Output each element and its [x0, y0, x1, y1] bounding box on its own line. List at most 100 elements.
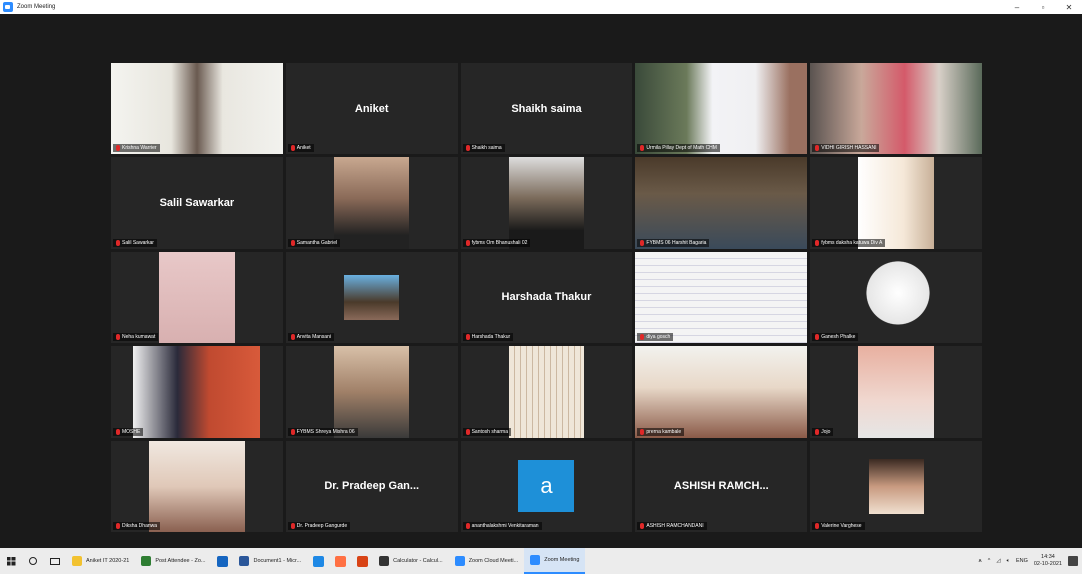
- participant-video: [508, 157, 585, 249]
- participant-tile[interactable]: MOSHE: [111, 346, 283, 438]
- participant-tile[interactable]: Diksha Dhanwa: [111, 440, 283, 532]
- participant-name: MOSHE: [122, 428, 141, 435]
- participant-name-label: MOSHE: [113, 427, 144, 436]
- system-tray: ጰ ^ ◿ 🔈︎ ENG 14:34 02-10-2021: [979, 554, 1082, 568]
- mic-muted-icon: [815, 523, 820, 529]
- participant-name: ASHISH RAMCHANDANI: [646, 523, 704, 529]
- participant-tile[interactable]: Dr. Pradeep Gan... Dr. Pradeep Gangurde: [285, 440, 458, 532]
- participant-name: Urmila Pillay Dept of Math CHM: [646, 145, 717, 152]
- participant-name-label: Valerine Varghese: [812, 522, 865, 530]
- participant-tile[interactable]: a ananthalakshmi Venkitaraman: [460, 440, 633, 532]
- participant-tile[interactable]: Urmila Pillay Dept of Math CHM: [635, 63, 808, 155]
- window-title: Zoom Meeting: [17, 4, 56, 10]
- taskbar-app[interactable]: Aniket IT 2020-21: [66, 548, 135, 574]
- participant-tile[interactable]: fybms daksha katuwa Div A: [810, 157, 982, 249]
- chevron-up-icon[interactable]: ^: [988, 558, 991, 564]
- participant-name-label: Santosh sharma: [462, 427, 512, 436]
- participant-tile[interactable]: prerna kambale: [635, 346, 808, 438]
- mic-muted-icon: [815, 145, 820, 152]
- start-button[interactable]: [0, 548, 22, 574]
- participant-name: prerna kambale: [646, 428, 682, 435]
- participant-name-label: ASHISH RAMCHANDANI: [637, 522, 707, 530]
- minimize-button[interactable]: –: [1004, 3, 1030, 12]
- participant-tile[interactable]: Harshada Thakur Harshada Thakur: [460, 251, 633, 344]
- participant-tile[interactable]: diya gosch: [635, 251, 808, 344]
- participant-tile[interactable]: FYBMS 06 Harshit Bagaria: [635, 157, 808, 249]
- participant-video: [333, 346, 410, 438]
- people-icon[interactable]: ጰ: [979, 558, 982, 565]
- mic-muted-icon: [640, 428, 645, 435]
- taskbar-app[interactable]: Document1 - Micr...: [233, 548, 307, 574]
- participant-name: Harshada Thakur: [471, 334, 511, 341]
- participant-video: [333, 157, 410, 249]
- taskbar-app[interactable]: Post Attendee - Zo...: [135, 548, 211, 574]
- participant-tile[interactable]: Neha kumawat: [111, 251, 283, 344]
- close-button[interactable]: ✕: [1056, 3, 1082, 12]
- taskbar-pinned-app[interactable]: [351, 555, 373, 567]
- taskbar-pinned-app[interactable]: [329, 555, 351, 567]
- participant-name-label: Urmila Pillay Dept of Math CHM: [637, 144, 720, 153]
- participant-name: Salil Sawarkar: [122, 239, 154, 246]
- participant-tile[interactable]: Salil Sawarkar Salil Sawarkar: [111, 157, 283, 249]
- participant-name: fybms daksha katuwa Div A: [821, 239, 883, 246]
- participant-tile[interactable]: VIDHI GIRISH HASSANI: [810, 63, 982, 155]
- mic-muted-icon: [465, 428, 470, 435]
- participant-tile[interactable]: Krishna Warrier: [111, 63, 283, 155]
- taskbar-app[interactable]: Zoom Meeting: [524, 548, 586, 574]
- app-icon: [141, 556, 152, 566]
- app-icon: [216, 555, 228, 567]
- mic-muted-icon: [116, 334, 120, 341]
- taskbar-app-label: Aniket IT 2020-21: [86, 558, 130, 564]
- mic-muted-icon: [815, 428, 820, 435]
- participant-tile[interactable]: Shaikh saima Shaikh saima: [460, 63, 633, 155]
- participant-name-label: Aniket: [287, 144, 314, 153]
- participant-tile[interactable]: FYBMS Shreya Mishra 06: [285, 346, 458, 438]
- participant-name-label: Salil Sawarkar: [113, 238, 157, 247]
- participant-video: [111, 63, 283, 155]
- clock[interactable]: 14:34 02-10-2021: [1034, 554, 1062, 568]
- participant-tile[interactable]: Anvita Mansani: [285, 251, 458, 344]
- participant-name: Diksha Dhanwa: [122, 523, 158, 529]
- participant-video: [635, 157, 808, 249]
- restore-button[interactable]: ▫: [1030, 3, 1056, 12]
- notification-icon[interactable]: [1068, 556, 1078, 566]
- mic-muted-icon: [116, 428, 120, 435]
- taskbar-app[interactable]: Zoom Cloud Meeti...: [449, 548, 525, 574]
- participant-name-label: Jojo: [812, 427, 834, 436]
- participant-tile[interactable]: Aniket Aniket: [285, 63, 458, 155]
- mic-muted-icon: [290, 523, 295, 529]
- participant-tile[interactable]: Valerine Varghese: [810, 440, 982, 532]
- participant-tile[interactable]: Ganesh Phalke: [810, 251, 982, 344]
- network-icon[interactable]: ◿: [996, 558, 1000, 564]
- participant-name: Jojo: [821, 428, 831, 435]
- taskbar-pinned-app[interactable]: [211, 555, 233, 567]
- mic-muted-icon: [116, 145, 120, 152]
- participant-name-label: Krishna Warrier: [113, 144, 160, 153]
- participant-name-label: Diksha Dhanwa: [113, 522, 161, 530]
- participant-video: [858, 346, 934, 438]
- volume-icon[interactable]: 🔈︎: [1007, 558, 1010, 565]
- search-button[interactable]: [22, 548, 44, 574]
- participant-tile[interactable]: Samantha Gabriel: [285, 157, 458, 249]
- participant-tile[interactable]: Santosh sharma: [460, 346, 633, 438]
- app-icon: [454, 556, 465, 566]
- participant-tile[interactable]: ASHISH RAMCH... ASHISH RAMCHANDANI: [635, 440, 808, 532]
- clock-date: 02-10-2021: [1033, 561, 1062, 567]
- taskbar-app[interactable]: Calculator - Calcul...: [373, 548, 449, 574]
- input-language[interactable]: ENG: [1016, 558, 1028, 564]
- participant-name: Neha kumawat: [122, 334, 156, 341]
- participant-video: [858, 157, 934, 249]
- participant-tile[interactable]: fybms Om Bhanushali 02: [460, 157, 633, 249]
- participant-name-label: Harshada Thakur: [462, 333, 514, 342]
- participant-tile[interactable]: Jojo: [810, 346, 982, 438]
- task-view-button[interactable]: [44, 548, 66, 574]
- participant-name: FYBMS Shreya Mishra 06: [296, 428, 355, 435]
- participant-name-label: ananthalakshmi Venkitaraman: [462, 522, 542, 530]
- mic-muted-icon: [815, 239, 820, 246]
- app-icon: [379, 556, 390, 566]
- participant-name: Samantha Gabriel: [296, 239, 338, 246]
- mic-muted-icon: [640, 334, 645, 341]
- participant-display-name: Dr. Pradeep Gan...: [324, 480, 420, 493]
- participant-name: Aniket: [296, 145, 311, 152]
- taskbar-pinned-app[interactable]: [307, 555, 329, 567]
